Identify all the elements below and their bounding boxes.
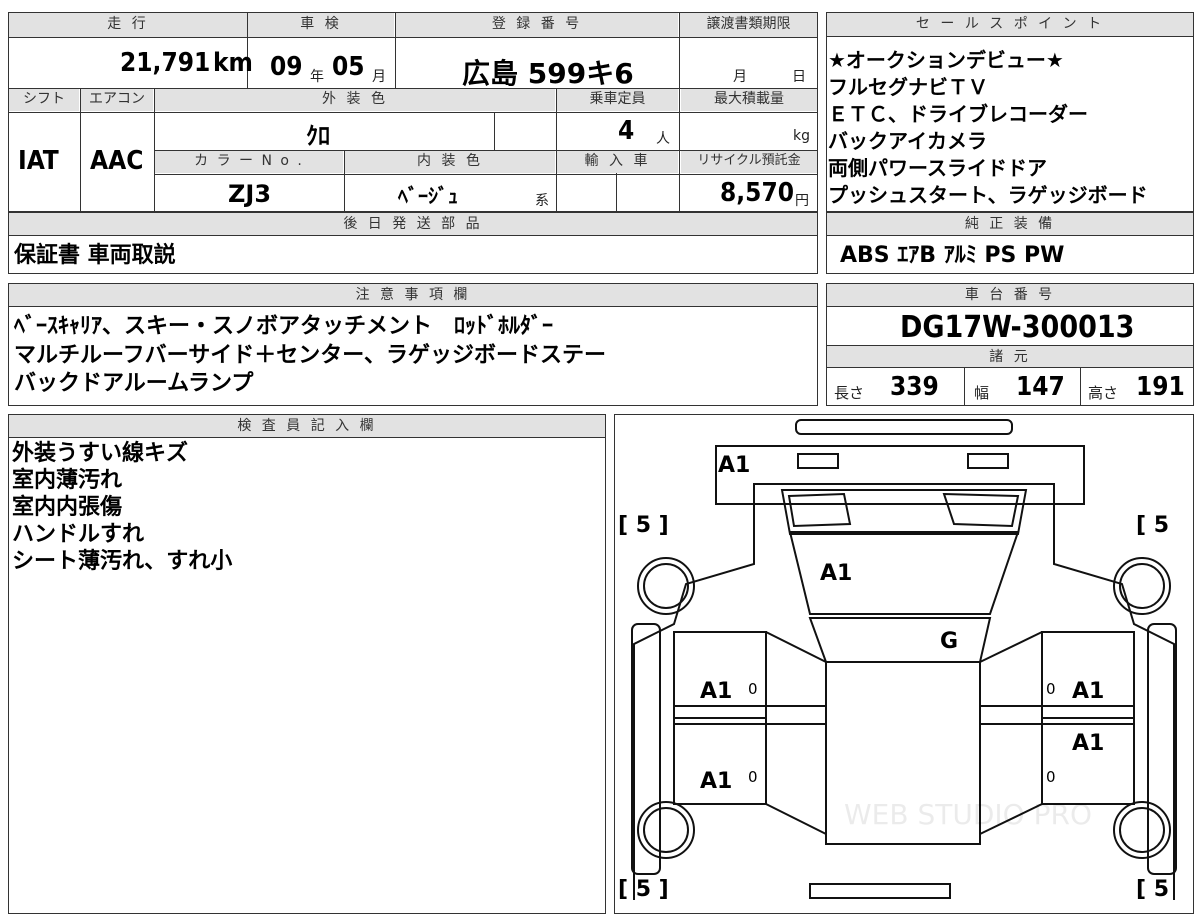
max-load-unit: kg xyxy=(793,128,810,144)
zero-mark: 0 xyxy=(748,768,758,786)
inspector-line: シート薄汚れ、すれ小 xyxy=(12,549,233,574)
capacity-header: 乗車定員 xyxy=(557,89,678,111)
tire-label-bottom-right: [ 5 xyxy=(1136,877,1169,900)
deadline-month: 月 xyxy=(733,69,747,85)
zero-mark: 0 xyxy=(1046,680,1056,698)
specs-header: 諸 元 xyxy=(827,345,1193,368)
tire-label-top-left: [ 5 ] xyxy=(618,513,669,538)
aircon-header: エアコン xyxy=(81,89,153,111)
genuine-equipment-header: 純 正 装 備 xyxy=(827,213,1193,236)
exterior-color-value: ｸﾛ xyxy=(306,122,330,150)
deadline-day: 日 xyxy=(792,69,806,85)
registration-header: 登 録 番 号 xyxy=(396,13,678,37)
mark-right-front-door: A1 xyxy=(1072,679,1104,704)
notes-header: 注 意 事 項 欄 xyxy=(9,284,817,307)
inspector-line: 室内内張傷 xyxy=(12,495,123,520)
notes-line: バックドアルームランプ xyxy=(14,371,254,396)
mileage-unit: km xyxy=(213,48,253,78)
mark-rear-panel: A1 xyxy=(718,453,750,478)
notes-line: マルチルーフバーサイド＋センター、ラゲッジボードステー xyxy=(14,343,607,368)
width-value: 147 xyxy=(1016,372,1065,402)
deadline-header: 譲渡書類期限 xyxy=(680,13,817,37)
tire-label-top-right: [ 5 xyxy=(1136,513,1169,538)
inspector-line: 室内薄汚れ xyxy=(12,468,123,493)
width-label: 幅 xyxy=(974,384,990,402)
capacity-unit: 人 xyxy=(656,131,670,147)
mark-right-rear-door: A1 xyxy=(1072,731,1104,756)
capacity-value: 4 xyxy=(618,116,635,146)
height-label: 高さ xyxy=(1088,384,1119,402)
inspector-line: ハンドルすれ xyxy=(12,522,145,547)
interior-color-suffix: 系 xyxy=(535,193,549,209)
recycle-fee-value: 8,570 xyxy=(720,178,794,208)
sales-point-item: ★オークションデビュー★ xyxy=(828,48,1064,72)
interior-color-value: ﾍﾞｰｼﾞｭ xyxy=(398,184,458,208)
aircon-value: AAC xyxy=(90,146,144,176)
sales-point-item: プッシュスタート、ラゲッジボード xyxy=(828,183,1148,207)
zero-mark: 0 xyxy=(748,680,758,698)
mark-left-rear-door: A1 xyxy=(700,769,732,794)
inspector-line: 外装うすい線キズ xyxy=(12,441,189,466)
notes-line: ﾍﾞｰｽｷｬﾘｱ、スキー・スノボアタッチメント ﾛｯﾄﾞﾎﾙﾀﾞｰ xyxy=(14,314,554,339)
shift-value: IAT xyxy=(18,146,59,176)
recycle-header: リサイクル預託金 xyxy=(681,151,817,173)
shift-header: シフト xyxy=(9,89,79,111)
exterior-color-header: 外 装 色 xyxy=(155,89,555,111)
color-no-value: ZJ3 xyxy=(228,180,272,208)
inspection-month: 05 xyxy=(332,52,365,82)
mark-left-front-door: A1 xyxy=(700,679,732,704)
later-parts-header: 後 日 発 送 部 品 xyxy=(9,213,817,236)
later-parts-value: 保証書 車両取説 xyxy=(14,243,176,268)
vehicle-diagram: [ 5 ] [ 5 [ 5 ] [ 5 A1 A1 G A1 A1 A1 A1 … xyxy=(618,419,1177,900)
import-header: 輸 入 車 xyxy=(557,151,678,173)
length-label: 長さ xyxy=(834,384,865,402)
sales-point-item: バックアイカメラ xyxy=(828,129,987,153)
color-no-header: カ ラ ー N o . xyxy=(155,151,343,173)
recycle-fee-unit: 円 xyxy=(795,193,809,209)
tire-label-bottom-left: [ 5 ] xyxy=(618,877,669,900)
mark-roof: A1 xyxy=(820,561,852,586)
genuine-equipment-value: ABS ｴｱB ｱﾙﾐ PS PW xyxy=(840,243,1065,268)
length-value: 339 xyxy=(890,372,939,402)
registration-value: 広島 599キ6 xyxy=(462,57,634,90)
sales-point-item: ＥＴＣ、ドライブレコーダー xyxy=(828,102,1088,126)
watermark: WEB STUDIO PRO xyxy=(844,798,1092,831)
inspection-year-unit: 年 xyxy=(310,69,324,85)
height-value: 191 xyxy=(1136,372,1185,402)
chassis-header: 車 台 番 号 xyxy=(827,284,1193,307)
sales-points-header: セ ー ル ス ポ イ ン ト xyxy=(827,13,1193,37)
mark-glass: G xyxy=(940,629,958,654)
inspection-year: 09 xyxy=(270,52,303,82)
mileage-value: 21,791 xyxy=(120,48,211,78)
mileage-header: 走 行 xyxy=(9,13,247,37)
zero-mark: 0 xyxy=(1046,768,1056,786)
inspection-month-unit: 月 xyxy=(372,69,386,85)
chassis-number: DG17W-300013 xyxy=(900,310,1135,345)
interior-color-header: 内 装 色 xyxy=(345,151,555,173)
sales-point-item: フルセグナビＴＶ xyxy=(828,75,988,99)
inspection-header: 車 検 xyxy=(248,13,394,37)
inspector-header: 検 査 員 記 入 欄 xyxy=(9,415,605,438)
max-load-header: 最大積載量 xyxy=(681,89,817,111)
sales-point-item: 両側パワースライドドア xyxy=(828,156,1047,180)
